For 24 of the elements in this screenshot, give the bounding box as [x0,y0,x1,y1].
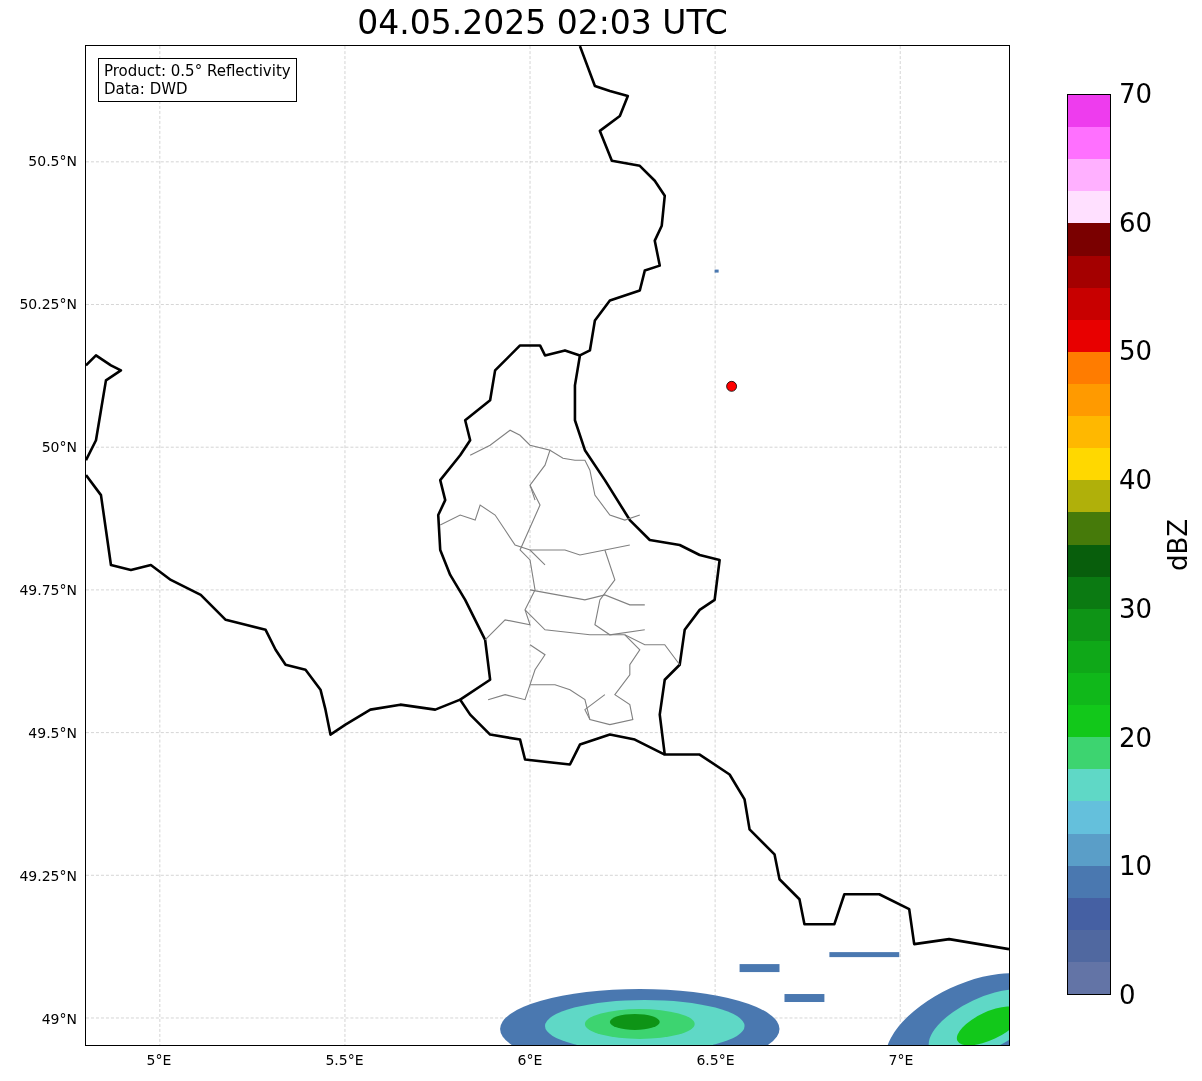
axis-tick-label: 50.25°N [19,296,77,312]
info-text: Data: DWD [104,80,189,98]
colorbar-tick-label: 60 [1119,209,1153,236]
axis-tick-label: 7°E [888,1052,914,1068]
axis-tick-label: 49.75°N [19,582,77,598]
colorbar-tick-label: 50 [1119,338,1153,365]
axis-tick-label: 50°N [41,439,77,455]
axis-tick-label: 50.5°N [28,153,77,169]
axis-tick-label: 49.5°N [28,725,77,741]
colorbar-tick-label: 40 [1119,467,1153,494]
colorbar-label: dBZ [1163,518,1193,571]
colorbar-tick-label: 10 [1119,853,1153,880]
info-text: Product: 0.5° Reflectivity [104,62,291,80]
colorbar-tick-label: 30 [1119,595,1153,622]
colorbar-tick-label: 70 [1119,81,1153,107]
axis-tick-label: 6°E [517,1052,543,1068]
axis-tick-label: 49.25°N [19,868,77,884]
axis-tick-label: 5.5°E [325,1052,364,1068]
chart-title: 04.05.2025 02:03 UTC [357,3,728,42]
axis-tick-label: 49°N [41,1011,77,1027]
colorbar-tick-label: 20 [1119,724,1153,751]
axis-tick-label: 5°E [146,1052,172,1068]
colorbar-tick-label: 0 [1119,982,1136,1008]
axis-tick-label: 6.5°E [696,1052,735,1068]
